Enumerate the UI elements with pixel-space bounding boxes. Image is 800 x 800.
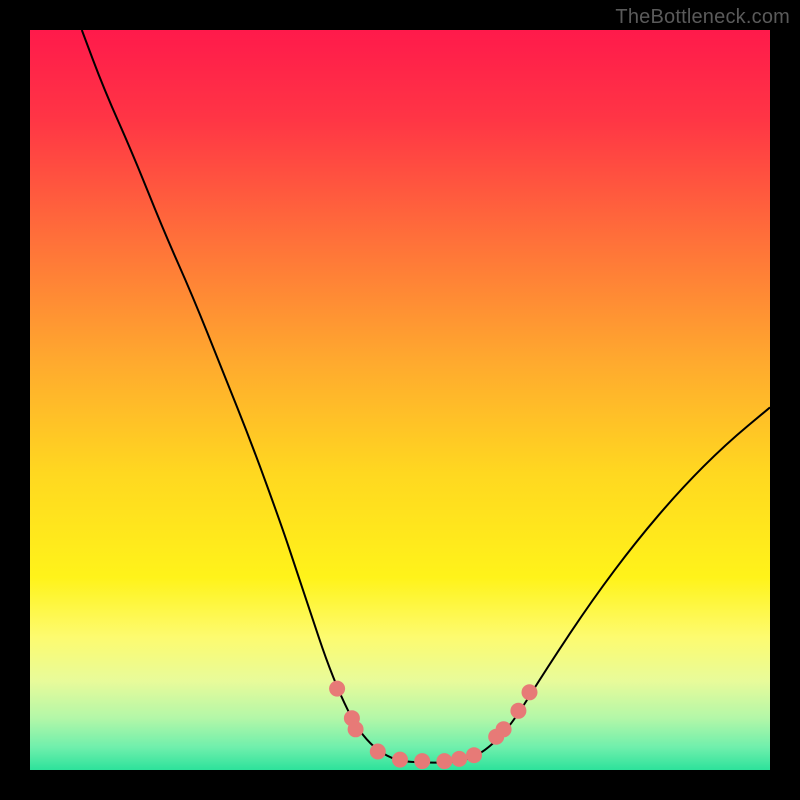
marker-dot xyxy=(329,681,345,697)
marker-dot xyxy=(496,721,512,737)
highlight-dots xyxy=(329,681,537,770)
marker-dot xyxy=(510,703,526,719)
marker-dot xyxy=(414,753,430,769)
watermark-text: TheBottleneck.com xyxy=(615,6,790,29)
marker-dot xyxy=(392,752,408,768)
bottleneck-curve xyxy=(82,30,770,763)
marker-dot xyxy=(522,684,538,700)
marker-dot xyxy=(466,747,482,763)
marker-dot xyxy=(370,744,386,760)
marker-dot xyxy=(348,721,364,737)
chart-area xyxy=(30,30,770,770)
marker-dot xyxy=(436,753,452,769)
curve-layer xyxy=(30,30,770,770)
marker-dot xyxy=(451,751,467,767)
